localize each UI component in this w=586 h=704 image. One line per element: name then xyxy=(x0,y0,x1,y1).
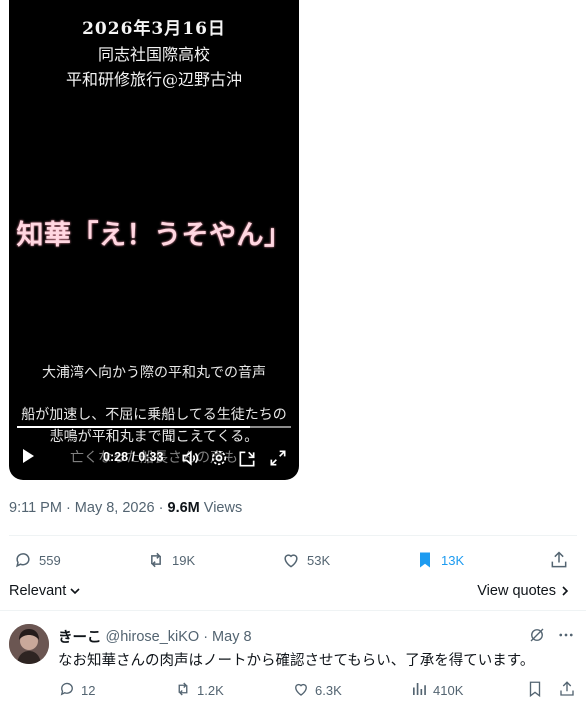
more-icon[interactable] xyxy=(557,626,575,649)
grok-icon[interactable] xyxy=(528,626,546,649)
repost-icon xyxy=(146,550,166,570)
divider xyxy=(9,535,577,536)
chevron-right-icon xyxy=(562,586,569,596)
bookmark-icon xyxy=(526,680,544,701)
video-player[interactable]: 2026年3月16日 同志社国際高校 平和研修旅行@辺野古沖 知華「え！うそやん… xyxy=(9,0,299,480)
view-quotes-link[interactable]: View quotes xyxy=(477,583,570,599)
reply-button[interactable]: 559 xyxy=(13,548,61,572)
reply-reply-count: 12 xyxy=(81,682,96,698)
views-label: Views xyxy=(199,500,243,516)
video-controls: 0:28 / 0:33 xyxy=(9,446,299,472)
video-subtitle-2: 船が加速し、不屈に乗船してる生徒たちの xyxy=(21,407,287,423)
minimize-icon[interactable] xyxy=(237,449,257,474)
repost-button[interactable]: 19K xyxy=(146,548,195,572)
video-progress-fill xyxy=(17,426,250,428)
bookmark-count: 13K xyxy=(441,552,465,568)
like-icon xyxy=(292,680,310,701)
like-icon xyxy=(281,550,301,570)
sort-label: Relevant xyxy=(9,583,67,599)
reply-author-handle[interactable]: @hirose_kiKO xyxy=(106,629,200,645)
bookmark-button[interactable]: 13K xyxy=(415,548,464,572)
video-time: 0:28 / 0:33 xyxy=(103,450,164,464)
repost-icon xyxy=(174,680,192,701)
video-overlay-headline: 知華「え！うそやん」 xyxy=(16,220,292,251)
reply-views-button[interactable]: 410K xyxy=(410,680,463,700)
bookmark-icon xyxy=(415,550,435,570)
chevron-down-icon xyxy=(70,588,80,595)
video-overlay-school: 同志社国際高校 xyxy=(97,45,210,64)
reply-like-button[interactable]: 6.3K xyxy=(292,680,342,700)
reply-text: なお知華さんの肉声はノートから確認させてもらい、了承を得ています。 xyxy=(58,653,535,669)
reply-reply-button[interactable]: 12 xyxy=(58,680,95,700)
share-icon xyxy=(558,680,576,701)
views-count: 9.6M xyxy=(167,500,200,516)
video-progress-bar[interactable] xyxy=(17,426,291,428)
play-icon[interactable] xyxy=(23,449,34,463)
reply-bookmark-button[interactable] xyxy=(526,680,544,700)
reply-views-count: 410K xyxy=(433,682,464,698)
reply-author-name[interactable]: きーこ xyxy=(58,626,102,647)
video-subtitle-3: 悲鳴が平和丸まで聞こえてくる。 xyxy=(49,429,259,445)
reply-repost-button[interactable]: 1.2K xyxy=(174,680,224,700)
view-quotes-label: View quotes xyxy=(477,583,556,599)
reply-icon xyxy=(13,550,33,570)
reply-header: きーこ @hirose_kiKO · May 8 xyxy=(58,626,252,647)
views-icon xyxy=(410,680,428,701)
share-button[interactable] xyxy=(549,548,569,572)
video-overlay-date: 2026年3月16日 xyxy=(82,19,226,39)
post-timestamp[interactable]: 9:11 PM · May 8, 2026 · xyxy=(9,500,168,516)
video-overlay-trip: 平和研修旅行@辺野古沖 xyxy=(65,70,242,89)
post-meta: 9:11 PM · May 8, 2026 · 9.6M Views xyxy=(9,500,242,516)
reply-icon xyxy=(58,680,76,701)
settings-gear-icon[interactable] xyxy=(209,448,229,473)
divider xyxy=(0,610,586,611)
reply-like-count: 6.3K xyxy=(315,682,342,698)
avatar[interactable] xyxy=(9,624,49,664)
sort-relevant-dropdown[interactable]: Relevant xyxy=(9,583,81,599)
share-icon xyxy=(549,550,569,570)
reply-repost-count: 1.2K xyxy=(197,682,224,698)
fullscreen-icon[interactable] xyxy=(268,448,288,473)
reply-separator: · xyxy=(203,628,209,645)
video-subtitle-1: 大浦湾へ向かう際の平和丸での音声 xyxy=(42,365,266,381)
repost-count: 19K xyxy=(172,552,196,568)
reply-date[interactable]: May 8 xyxy=(212,629,252,645)
like-count: 53K xyxy=(307,552,331,568)
reply-count: 559 xyxy=(39,552,61,568)
like-button[interactable]: 53K xyxy=(281,548,330,572)
volume-icon[interactable] xyxy=(180,448,200,473)
reply-share-button[interactable] xyxy=(558,680,576,700)
